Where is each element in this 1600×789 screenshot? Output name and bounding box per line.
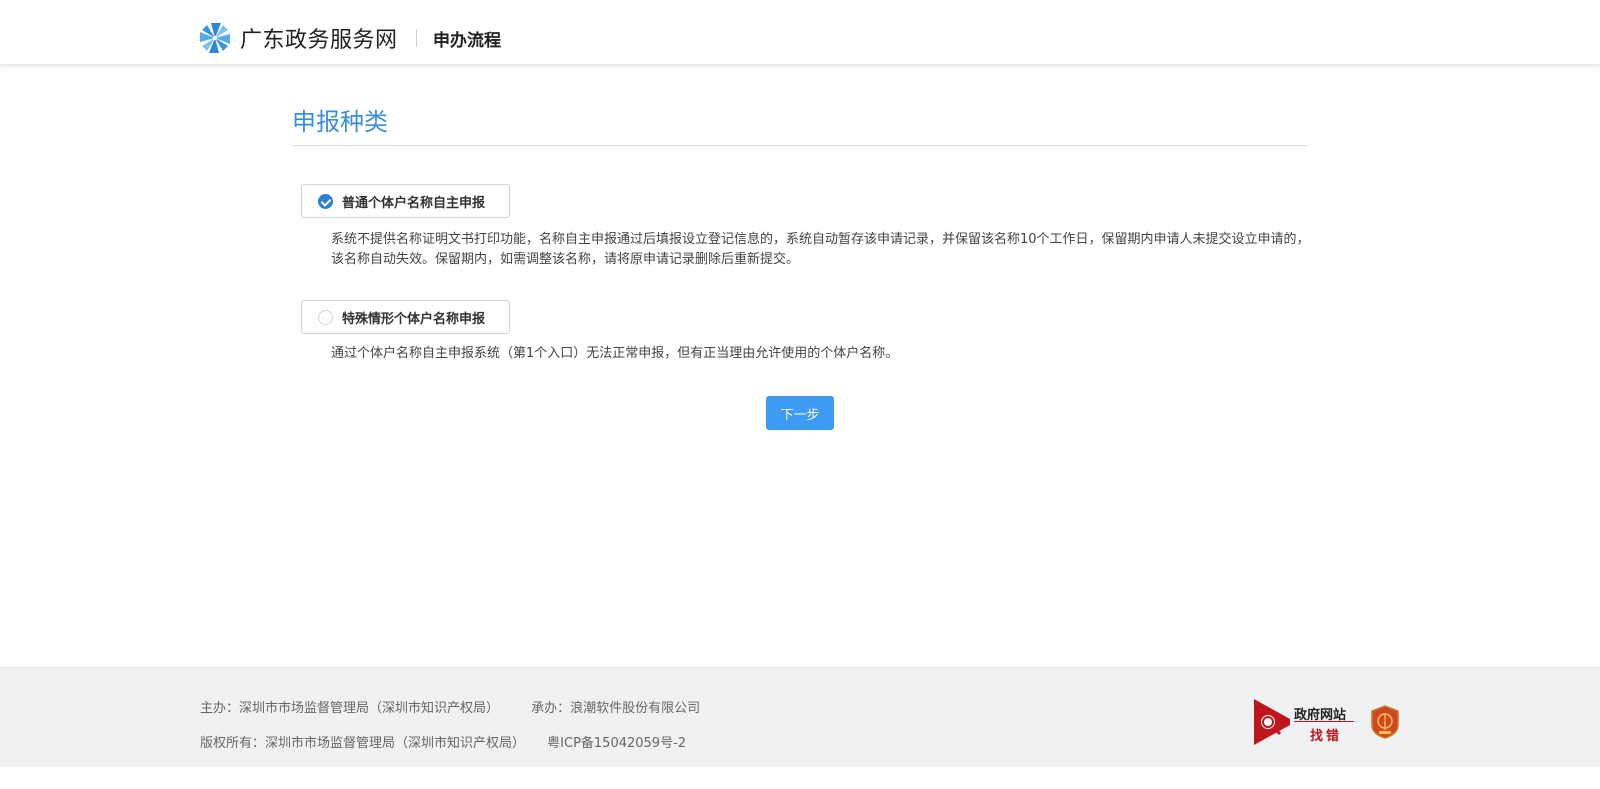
header-divider: [416, 29, 417, 47]
option-label: 普通个体户名称自主申报: [342, 195, 486, 211]
option-special-name-declaration[interactable]: 特殊情形个体户名称申报: [301, 300, 510, 334]
magnifier-flag-icon: [1254, 699, 1290, 745]
party-government-emblem-icon[interactable]: [1370, 705, 1400, 739]
footer-sponsor: 主办：深圳市市场监督管理局（深圳市知识产权局）: [200, 701, 500, 716]
footer-organizer: 承办：浪潮软件股份有限公司: [531, 701, 701, 716]
footer-icp[interactable]: 粤ICP备15042059号-2: [547, 736, 686, 751]
option-description: 通过个体户名称自主申报系统（第1个入口）无法正常申报，但有正当理由允许使用的个体…: [331, 346, 899, 361]
section-title: 申报种类: [292, 100, 1308, 146]
footer-copyright: 版权所有：深圳市市场监督管理局（深圳市知识产权局）: [200, 736, 526, 751]
option-label: 特殊情形个体户名称申报: [342, 311, 486, 327]
top-header: 广东政务服务网 申办流程: [0, 0, 1600, 65]
gov-site-error-report-badge[interactable]: 政府网站 找错: [1254, 699, 1358, 747]
page-name: 申办流程: [433, 30, 501, 51]
brand[interactable]: 广东政务服务网: [198, 22, 398, 54]
footer-line-2: 版权所有：深圳市市场监督管理局（深圳市知识产权局） 粤ICP备15042059号…: [200, 732, 714, 751]
site-name: 广东政务服务网: [240, 28, 398, 53]
main-content: 申报种类 普通个体户名称自主申报 系统不提供名称证明文书打印功能，名称自主申报通…: [292, 100, 1310, 430]
radio-checked-icon[interactable]: [318, 193, 333, 209]
next-step-button[interactable]: 下一步: [766, 396, 834, 430]
header-page-name-wrap: 申办流程: [396, 22, 501, 54]
footer: 主办：深圳市市场监督管理局（深圳市知识产权局） 承办：浪潮软件股份有限公司 版权…: [0, 667, 1600, 767]
option-normal-name-declaration[interactable]: 普通个体户名称自主申报: [301, 184, 510, 218]
badge-underline: [1294, 721, 1354, 722]
badge-sub: 找错: [1310, 729, 1343, 744]
option-description: 系统不提供名称证明文书打印功能，名称自主申报通过后填报设立登记信息的，系统自动暂…: [331, 232, 1310, 267]
radio-unchecked-icon[interactable]: [318, 309, 333, 325]
footer-line-1: 主办：深圳市市场监督管理局（深圳市知识产权局） 承办：浪潮软件股份有限公司: [200, 697, 728, 716]
pinwheel-logo-icon: [200, 23, 230, 53]
